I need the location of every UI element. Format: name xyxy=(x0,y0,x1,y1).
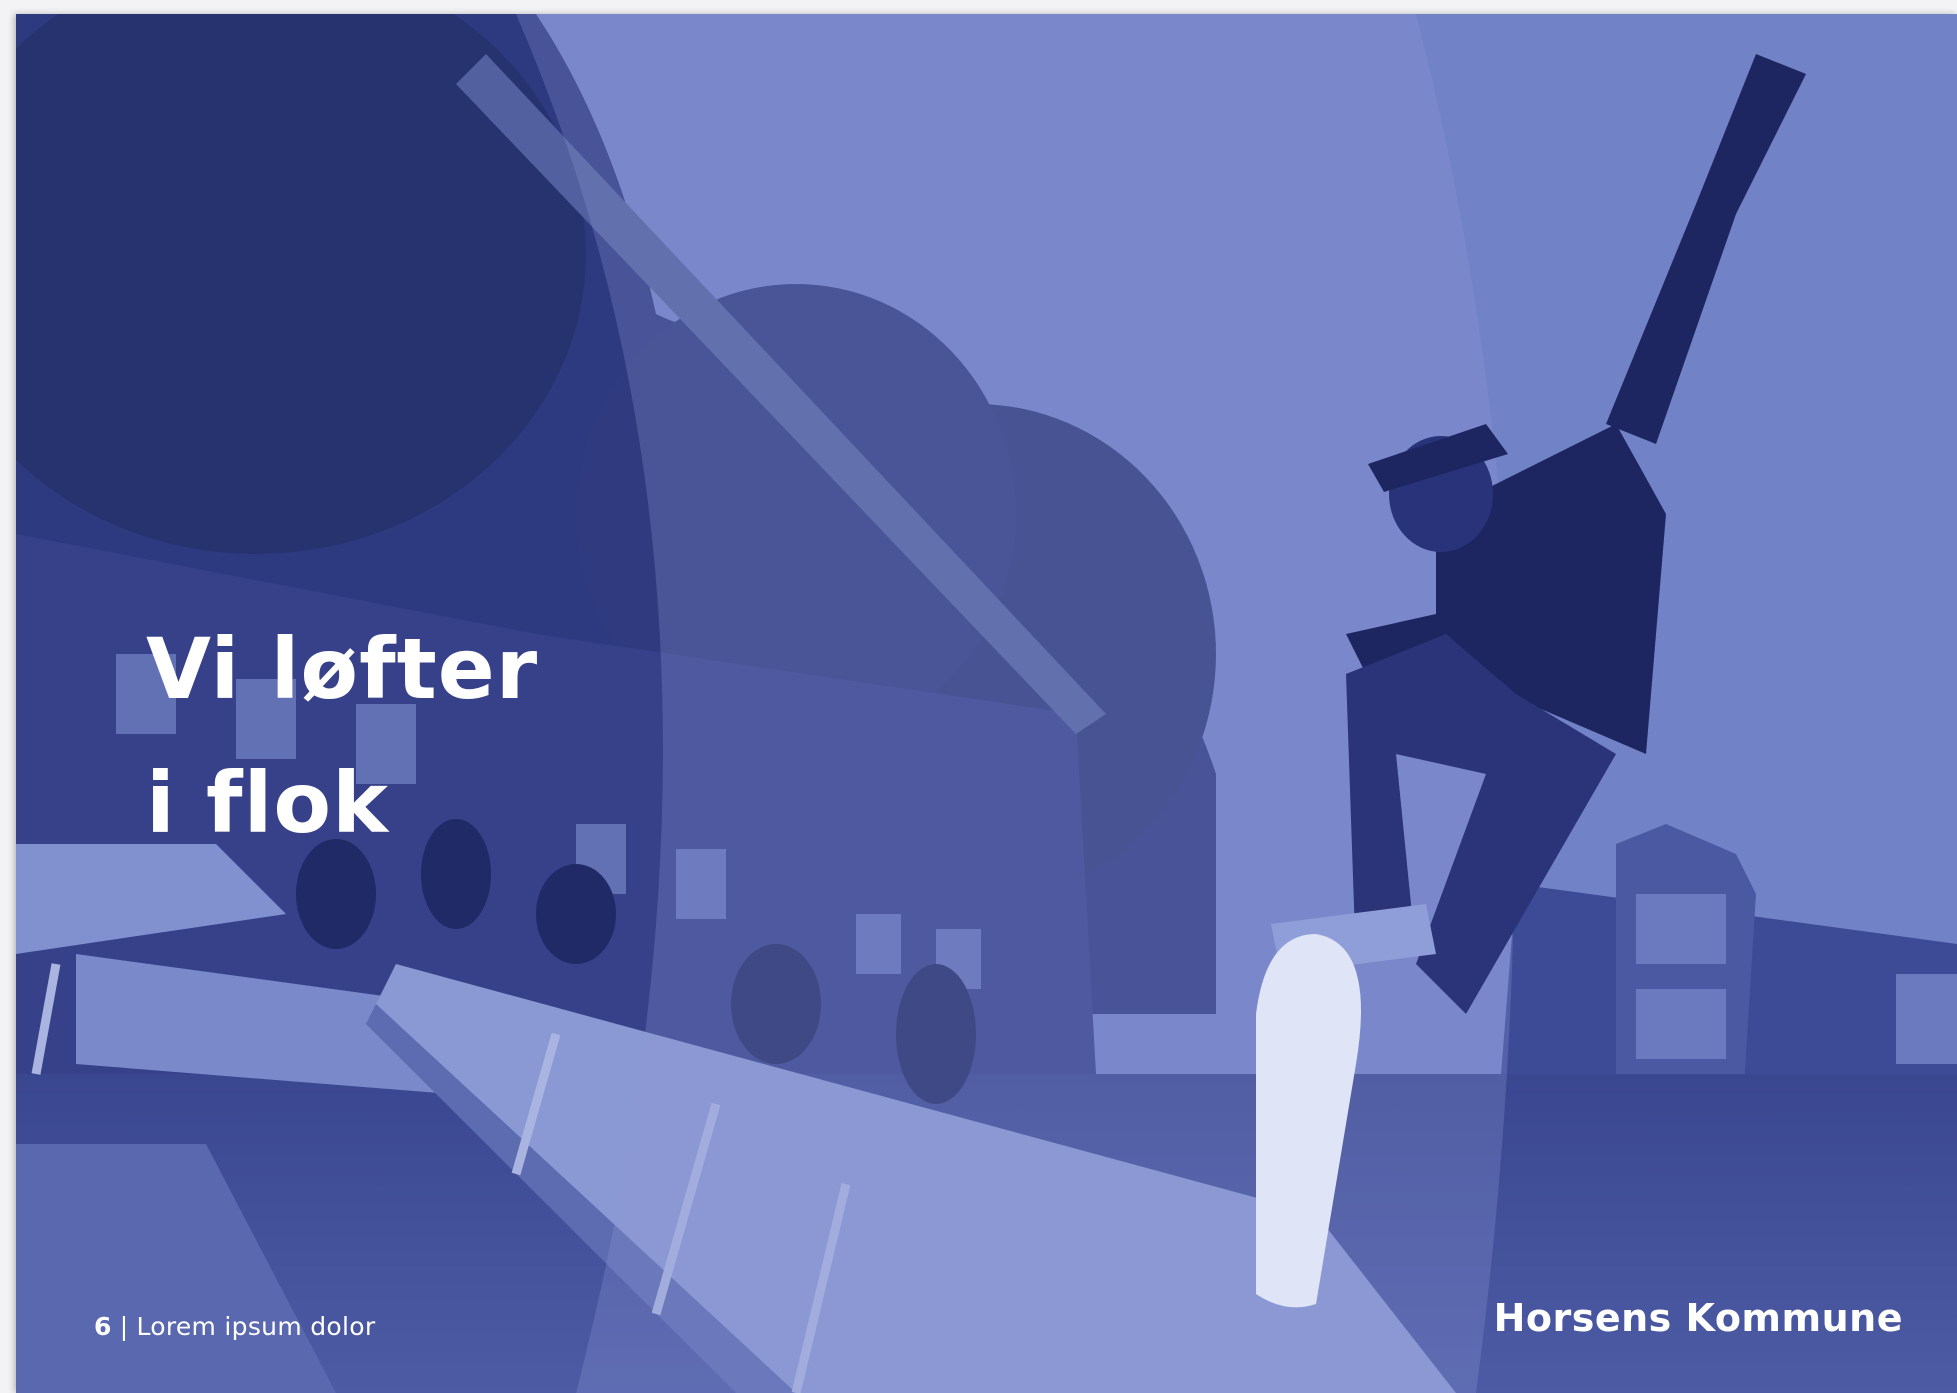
page-footer: 6 | Lorem ipsum dolor xyxy=(94,1312,375,1341)
headline: Vi løfter i flok xyxy=(146,602,538,870)
headline-line-1: Vi løfter xyxy=(146,620,539,718)
footer-section-title: Lorem ipsum dolor xyxy=(136,1312,376,1341)
brochure-page: Vi løfter i flok 6 | Lorem ipsum dolor Hor… xyxy=(16,14,1957,1393)
footer-separator: | xyxy=(119,1312,129,1341)
headline-line-2: i flok xyxy=(146,754,389,852)
brand-logo: Horsens Kommune xyxy=(1493,1296,1903,1340)
page-number: 6 xyxy=(94,1312,112,1341)
